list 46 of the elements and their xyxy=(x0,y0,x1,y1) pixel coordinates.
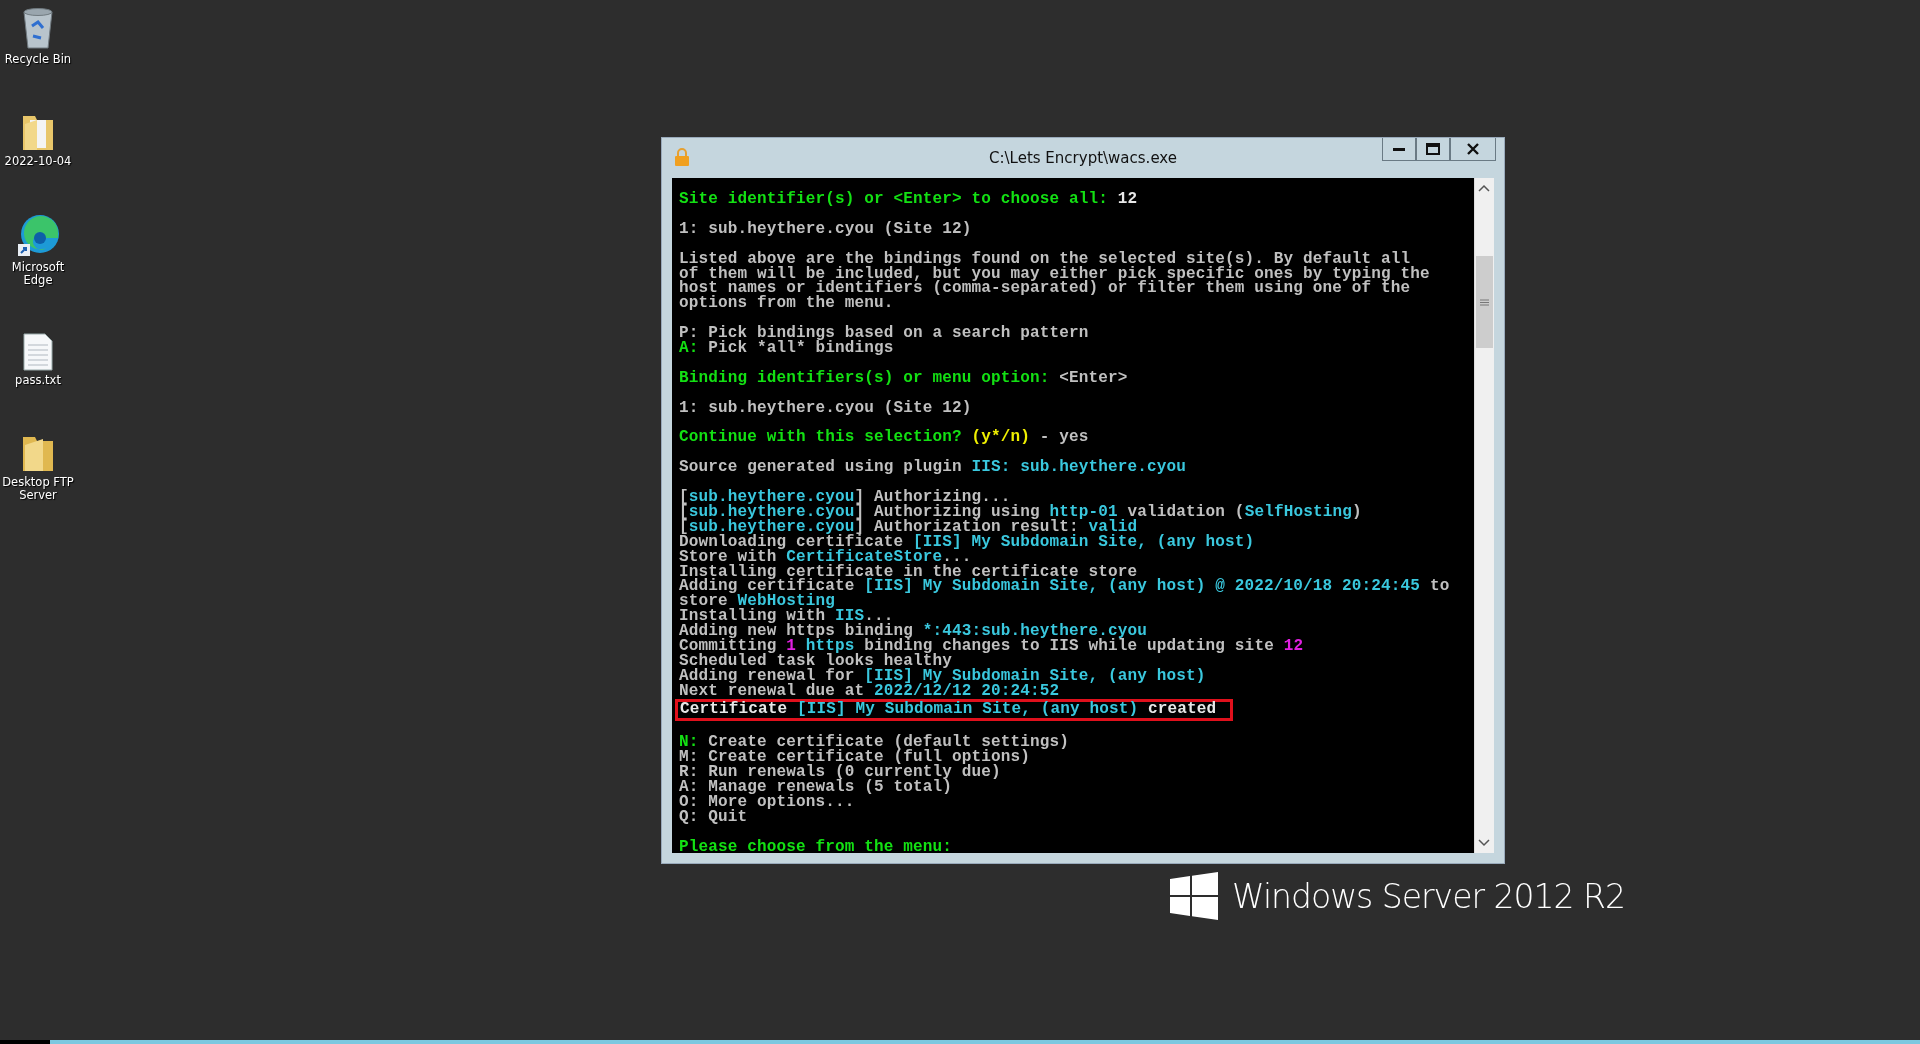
scrollbar-thumb[interactable] xyxy=(1476,256,1493,348)
console-line: Site identifier(s) or <Enter> to choose all: 12 xyxy=(679,192,1138,207)
close-button[interactable] xyxy=(1450,138,1496,161)
console-line: Source generated using plugin IIS: sub.heythere.cyou xyxy=(679,457,1187,476)
console-line: options from the menu. xyxy=(679,296,894,312)
grip-icon xyxy=(1480,298,1489,306)
console-line: [sub.heythere.cyou] Authorization result: valid xyxy=(679,519,1138,535)
icon-label[interactable]: Microsoft Edge xyxy=(0,261,76,287)
scroll-down-icon[interactable] xyxy=(1478,839,1490,847)
os-brand-text: Windows Server 2012 R2 xyxy=(1232,876,1625,916)
console-line: Scheduled task looks healthy xyxy=(679,653,953,669)
console-line: Binding identifiers(s) or menu option: <Enter> xyxy=(679,367,1128,386)
windows-logo-icon xyxy=(1170,872,1218,920)
console-line: Store with CertificateStore... xyxy=(679,549,972,565)
console-line: Continue with this selection? (y*/n) - yes xyxy=(679,427,1089,446)
console-line: Q: Quit xyxy=(679,810,748,825)
lock-icon xyxy=(674,148,690,166)
console-line: Next renewal due at 2022/12/12 20:24:52 xyxy=(679,683,1060,699)
scrollbar[interactable] xyxy=(1474,178,1494,853)
maximize-button[interactable] xyxy=(1416,138,1450,161)
console-line: A: Pick *all* bindings xyxy=(679,341,894,356)
console-line: 1: sub.heythere.cyou (Site 12) xyxy=(679,397,972,416)
icon-label[interactable]: pass.txt xyxy=(15,374,61,387)
console-line: Committing 1 https binding changes to IIS while updating site 12 xyxy=(679,639,1304,654)
recycle-bin-icon xyxy=(21,6,55,50)
close-icon xyxy=(1467,143,1479,155)
console-line: [sub.heythere.cyou] Authorizing using http-01 validation (SelfHosting) xyxy=(679,504,1362,520)
minimize-icon xyxy=(1393,147,1405,151)
icon-label[interactable]: Recycle Bin xyxy=(4,53,72,66)
console-line: O: More options... xyxy=(679,795,855,810)
scroll-up-icon[interactable] xyxy=(1478,184,1490,192)
console-line: [sub.heythere.cyou] Authorizing... xyxy=(679,487,1011,505)
start-button[interactable] xyxy=(0,1040,50,1044)
minimize-button[interactable] xyxy=(1382,138,1416,161)
icon-label[interactable]: 2022-10-04 xyxy=(4,155,72,168)
console-line: Downloading certificate [IIS] My Subdomain Site, (any host) xyxy=(679,534,1255,550)
console-line: Adding renewal for [IIS] My Subdomain Site, (any host) xyxy=(679,668,1206,684)
maximize-icon xyxy=(1426,143,1440,155)
console-line: Please choose from the menu: xyxy=(679,836,953,853)
window-title: C:\Lets Encrypt\wacs.exe xyxy=(989,149,1177,167)
console-line: 1: sub.heythere.cyou (Site 12) xyxy=(679,218,972,237)
browser-icon xyxy=(16,214,60,258)
icon-label[interactable]: Desktop FTP Server xyxy=(0,476,76,502)
text-file-icon xyxy=(23,333,53,371)
console-line: P: Pick bindings based on a search pattern xyxy=(679,323,1089,341)
console-line: Listed above are the bindings found on the selected site(s). By default all xyxy=(679,248,1411,267)
